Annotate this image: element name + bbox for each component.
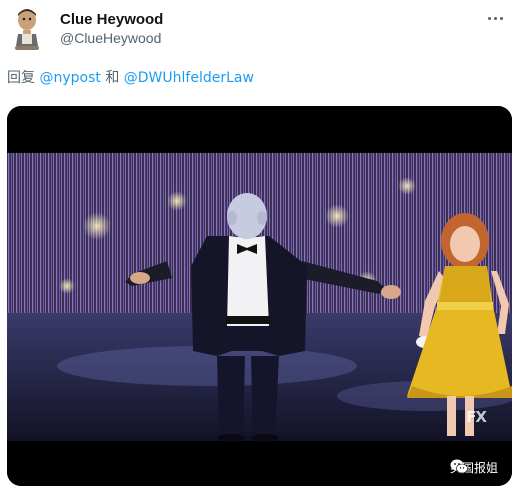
source-watermark: 英国报姐 <box>450 459 498 476</box>
media-image[interactable]: FX 英国报姐 <box>7 106 512 486</box>
user-handle[interactable]: @ClueHeywood <box>60 30 161 46</box>
reply-prefix: 回复 <box>7 70 35 86</box>
more-options-button[interactable] <box>485 12 505 24</box>
more-dot-icon <box>487 16 491 20</box>
more-dot-icon <box>493 16 497 20</box>
mention-link-nypost[interactable]: @nypost <box>39 70 100 86</box>
reply-context: 回复 @nypost 和 @DWUhlfelderLaw <box>7 67 254 87</box>
reply-connector: 和 <box>105 70 120 86</box>
video-frame-scene <box>7 106 512 486</box>
channel-logo: FX <box>466 408 487 426</box>
avatar[interactable] <box>8 6 48 52</box>
mention-link-dwuhlfelderlaw[interactable]: @DWUhlfelderLaw <box>124 70 254 86</box>
tweet-card: Clue Heywood @ClueHeywood 回复 @nypost 和 @… <box>0 0 515 493</box>
more-dot-icon <box>499 16 503 20</box>
display-name[interactable]: Clue Heywood <box>60 11 163 28</box>
wechat-icon <box>450 459 468 474</box>
